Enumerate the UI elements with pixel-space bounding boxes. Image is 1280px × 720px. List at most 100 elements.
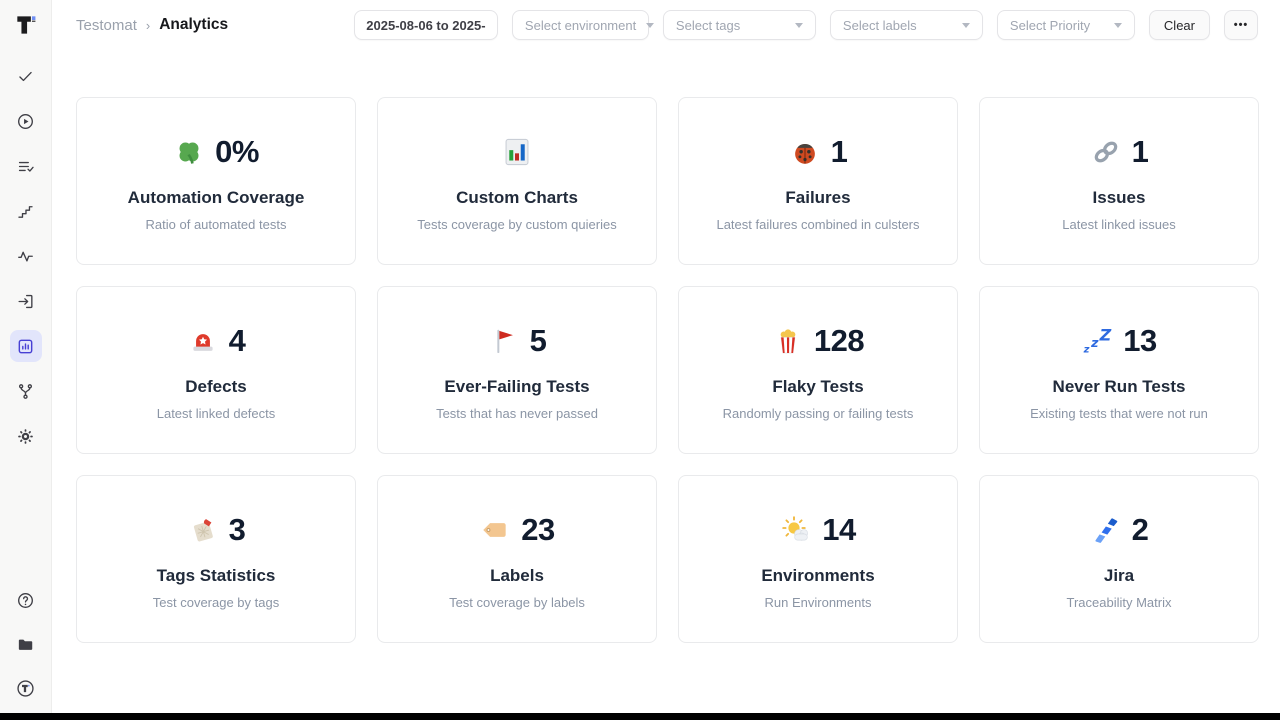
sidebar-item-check-icon[interactable]: [10, 60, 42, 92]
sidebar-item-pulse-icon[interactable]: [10, 240, 42, 272]
clear-filters-button[interactable]: Clear: [1149, 10, 1210, 40]
card-ever-failing-tests[interactable]: 5 Ever-Failing Tests Tests that has neve…: [377, 286, 657, 454]
card-flaky-tests[interactable]: 128 Flaky Tests Randomly passing or fail…: [678, 286, 958, 454]
bar-chart-emoji-icon: [501, 136, 533, 168]
more-options-button[interactable]: •••: [1224, 10, 1258, 40]
environment-select[interactable]: Select environment: [512, 10, 649, 40]
card-title: Flaky Tests: [772, 377, 863, 397]
card-never-run-tests[interactable]: zzZ 13 Never Run Tests Existing tests th…: [979, 286, 1259, 454]
red-flag-icon: [488, 325, 520, 357]
card-value: 14: [822, 512, 855, 548]
sidebar-item-import-icon[interactable]: [10, 285, 42, 317]
chevron-down-icon: [962, 23, 970, 28]
card-title: Environments: [761, 566, 874, 586]
labels-select-placeholder: Select labels: [843, 18, 917, 33]
card-automation-coverage[interactable]: 0% Automation Coverage Ratio of automate…: [76, 97, 356, 265]
card-subtitle: Latest linked issues: [1062, 217, 1175, 232]
card-value: 128: [814, 323, 864, 359]
zzz-icon: zzZ: [1081, 325, 1113, 357]
chevron-down-icon: [1114, 23, 1122, 28]
card-title: Automation Coverage: [128, 188, 305, 208]
card-subtitle: Tests that has never passed: [436, 406, 598, 421]
card-failures[interactable]: 1 Failures Latest failures combined in c…: [678, 97, 958, 265]
labels-select[interactable]: Select labels: [830, 10, 983, 40]
environment-select-placeholder: Select environment: [525, 18, 636, 33]
date-range-picker[interactable]: 2025-08-06 to 2025-: [354, 10, 498, 40]
sidebar-item-folder-icon[interactable]: [10, 628, 42, 660]
breadcrumb-separator: ›: [146, 18, 150, 33]
analytics-cards-grid: 0% Automation Coverage Ratio of automate…: [76, 97, 1259, 643]
card-issues[interactable]: 1 Issues Latest linked issues: [979, 97, 1259, 265]
sidebar-item-settings-gear-icon[interactable]: [10, 420, 42, 452]
sidebar-item-steps-icon[interactable]: [10, 195, 42, 227]
header: Testomat › Analytics 2025-08-06 to 2025-…: [52, 0, 1280, 50]
sidebar-item-help-icon[interactable]: [10, 584, 42, 616]
card-title: Ever-Failing Tests: [444, 377, 589, 397]
card-title: Custom Charts: [456, 188, 578, 208]
card-title: Jira: [1104, 566, 1134, 586]
card-labels[interactable]: 23 Labels Test coverage by labels: [377, 475, 657, 643]
card-value: 1: [831, 134, 848, 170]
popcorn-icon: [772, 325, 804, 357]
link-icon: [1090, 136, 1122, 168]
header-controls: 2025-08-06 to 2025- Select environment S…: [354, 10, 1258, 40]
priority-select[interactable]: Select Priority: [997, 10, 1135, 40]
card-subtitle: Tests coverage by custom quieries: [417, 217, 616, 232]
sidebar-item-analytics-chart-icon[interactable]: [10, 330, 42, 362]
sidebar-footer: [10, 584, 42, 706]
svg-text:z: z: [1090, 335, 1099, 350]
card-title: Issues: [1093, 188, 1146, 208]
card-environments[interactable]: 14 Environments Run Environments: [678, 475, 958, 643]
sidebar-item-testomat-logo-icon[interactable]: [10, 672, 42, 704]
card-custom-charts[interactable]: Custom Charts Tests coverage by custom q…: [377, 97, 657, 265]
chevron-down-icon: [646, 23, 654, 28]
police-light-icon: [187, 325, 219, 357]
card-subtitle: Randomly passing or failing tests: [723, 406, 914, 421]
tags-select[interactable]: Select tags: [663, 10, 816, 40]
card-jira[interactable]: 2 Jira Traceability Matrix: [979, 475, 1259, 643]
sun-behind-cloud-icon: [780, 514, 812, 546]
jira-logo-icon: [1090, 514, 1122, 546]
card-subtitle: Ratio of automated tests: [146, 217, 287, 232]
card-subtitle: Test coverage by labels: [449, 595, 585, 610]
clover-icon: [173, 136, 205, 168]
lady-beetle-icon: [789, 136, 821, 168]
card-value: 1: [1132, 134, 1149, 170]
tags-select-placeholder: Select tags: [676, 18, 740, 33]
card-title: Defects: [185, 377, 246, 397]
sidebar: [0, 0, 52, 720]
breadcrumb: Testomat › Analytics: [76, 16, 228, 34]
card-value: 4: [229, 323, 246, 359]
card-title: Never Run Tests: [1053, 377, 1186, 397]
sidebar-item-branch-icon[interactable]: [10, 375, 42, 407]
card-subtitle: Existing tests that were not run: [1030, 406, 1208, 421]
breadcrumb-project-link[interactable]: Testomat: [76, 17, 137, 34]
card-defects[interactable]: 4 Defects Latest linked defects: [76, 286, 356, 454]
card-value: 23: [521, 512, 554, 548]
priority-select-placeholder: Select Priority: [1010, 18, 1090, 33]
card-subtitle: Traceability Matrix: [1067, 595, 1172, 610]
page-title: Analytics: [159, 16, 228, 34]
sidebar-item-checklist-icon[interactable]: [10, 150, 42, 182]
bookmark-tag-icon: [187, 514, 219, 546]
card-tags-statistics[interactable]: 3 Tags Statistics Test coverage by tags: [76, 475, 356, 643]
card-value: 3: [229, 512, 246, 548]
card-title: Tags Statistics: [157, 566, 276, 586]
sidebar-nav: [10, 60, 42, 452]
svg-text:z: z: [1083, 344, 1090, 355]
card-subtitle: Latest failures combined in culsters: [716, 217, 919, 232]
label-icon: [479, 514, 511, 546]
card-title: Failures: [785, 188, 850, 208]
card-value: 13: [1123, 323, 1156, 359]
card-value: 2: [1132, 512, 1149, 548]
sidebar-item-play-circle-icon[interactable]: [10, 105, 42, 137]
card-value: 5: [530, 323, 547, 359]
card-subtitle: Latest linked defects: [157, 406, 276, 421]
testomat-logo-icon[interactable]: [13, 12, 39, 38]
card-value: 0%: [215, 134, 259, 170]
chevron-down-icon: [795, 23, 803, 28]
card-subtitle: Run Environments: [765, 595, 872, 610]
card-title: Labels: [490, 566, 544, 586]
card-subtitle: Test coverage by tags: [153, 595, 279, 610]
svg-text:Z: Z: [1099, 325, 1112, 344]
